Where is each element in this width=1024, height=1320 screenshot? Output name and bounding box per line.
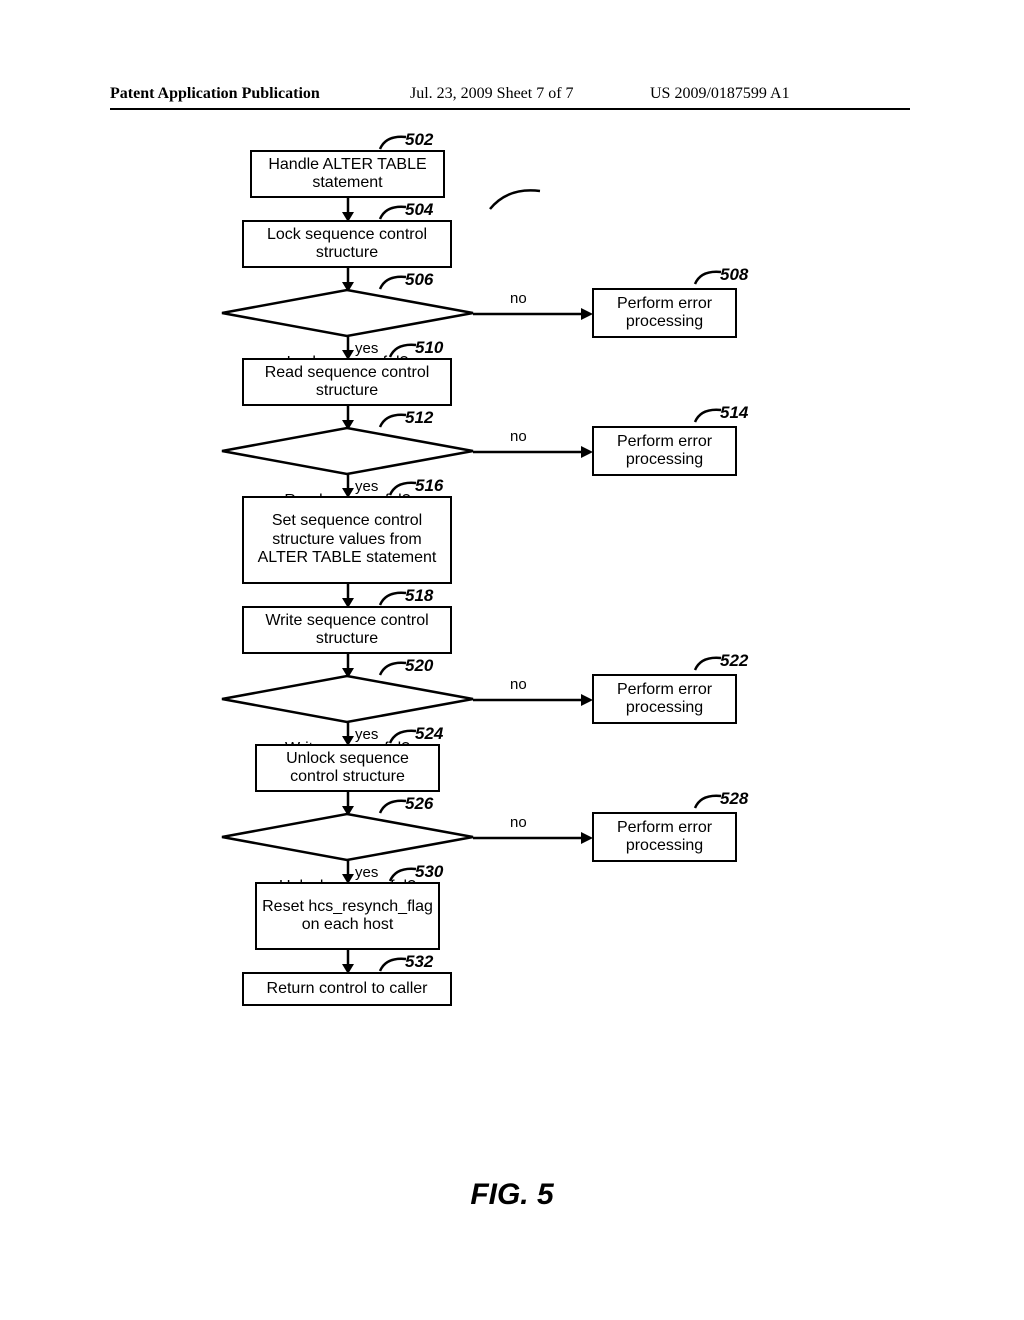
- leader-516-icon: [388, 479, 418, 497]
- arrow-506-510: [340, 336, 356, 360]
- ref-506: 506: [405, 270, 433, 290]
- node-526: Unlock successful?: [220, 812, 475, 862]
- ref-508: 508: [720, 265, 748, 285]
- arrow-526-530: [340, 860, 356, 884]
- ref-516: 516: [415, 476, 443, 496]
- arrow-506-508: [473, 306, 593, 322]
- leader-510-icon: [388, 341, 418, 359]
- node-520: Write successful?: [220, 674, 475, 724]
- flowchart: Handle ALTER TABLE statement 502 Lock se…: [200, 130, 820, 1170]
- page-header: Patent Application Publication Jul. 23, …: [110, 85, 910, 103]
- node-516: Set sequence control structure values fr…: [242, 496, 452, 584]
- leader-518-icon: [378, 589, 408, 607]
- leader-504-icon: [378, 203, 408, 221]
- leader-502-icon: [378, 133, 408, 151]
- ref-520: 520: [405, 656, 433, 676]
- ref-526: 526: [405, 794, 433, 814]
- node-508: Perform error processing: [592, 288, 737, 338]
- leader-512-icon: [378, 411, 408, 429]
- node-532: Return control to caller: [242, 972, 452, 1006]
- node-514: Perform error processing: [592, 426, 737, 476]
- stray-curve-icon: [488, 185, 543, 215]
- label-no-506: no: [510, 290, 527, 307]
- leader-526-icon: [378, 797, 408, 815]
- ref-530: 530: [415, 862, 443, 882]
- leader-522-icon: [693, 654, 723, 672]
- leader-528-icon: [693, 792, 723, 810]
- arrow-516-518: [340, 584, 356, 608]
- node-518: Write sequence control structure: [242, 606, 452, 654]
- node-524: Unlock sequence control structure: [255, 744, 440, 792]
- node-502: Handle ALTER TABLE statement: [250, 150, 445, 198]
- label-yes-526: yes: [355, 864, 378, 881]
- leader-514-icon: [693, 406, 723, 424]
- leader-524-icon: [388, 727, 418, 745]
- leader-508-icon: [693, 268, 723, 286]
- node-506: Lock successful?: [220, 288, 475, 338]
- ref-510: 510: [415, 338, 443, 358]
- arrow-512-514: [473, 444, 593, 460]
- label-yes-520: yes: [355, 726, 378, 743]
- node-522: Perform error processing: [592, 674, 737, 724]
- header-middle: Jul. 23, 2009 Sheet 7 of 7: [410, 85, 574, 103]
- arrow-520-522: [473, 692, 593, 708]
- header-right: US 2009/0187599 A1: [650, 85, 790, 103]
- header-rule: [110, 108, 910, 110]
- leader-506-icon: [378, 273, 408, 291]
- ref-514: 514: [720, 403, 748, 423]
- leader-532-icon: [378, 955, 408, 973]
- arrow-520-524: [340, 722, 356, 746]
- ref-532: 532: [405, 952, 433, 972]
- ref-522: 522: [720, 651, 748, 671]
- node-512: Read successful?: [220, 426, 475, 476]
- label-no-520: no: [510, 676, 527, 693]
- ref-518: 518: [405, 586, 433, 606]
- ref-504: 504: [405, 200, 433, 220]
- label-yes-512: yes: [355, 478, 378, 495]
- ref-512: 512: [405, 408, 433, 428]
- node-510: Read sequence control structure: [242, 358, 452, 406]
- label-yes-506: yes: [355, 340, 378, 357]
- leader-520-icon: [378, 659, 408, 677]
- node-530: Reset hcs_resynch_flag on each host: [255, 882, 440, 950]
- ref-502: 502: [405, 130, 433, 150]
- arrow-502-504: [340, 198, 356, 222]
- ref-524: 524: [415, 724, 443, 744]
- arrow-512-516: [340, 474, 356, 498]
- node-504: Lock sequence control structure: [242, 220, 452, 268]
- ref-528: 528: [720, 789, 748, 809]
- node-528: Perform error processing: [592, 812, 737, 862]
- label-no-526: no: [510, 814, 527, 831]
- arrow-526-528: [473, 830, 593, 846]
- header-left: Patent Application Publication: [110, 85, 320, 102]
- figure-caption: FIG. 5: [0, 1178, 1024, 1212]
- arrow-530-532: [340, 950, 356, 974]
- leader-530-icon: [388, 865, 418, 883]
- label-no-512: no: [510, 428, 527, 445]
